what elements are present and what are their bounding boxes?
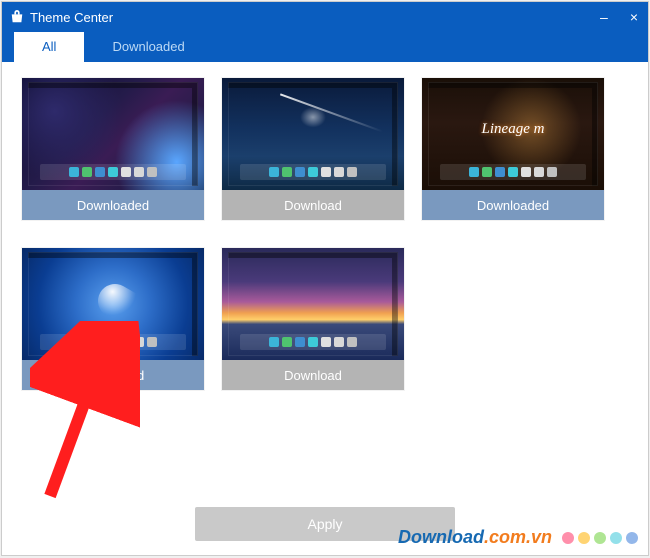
status-label: Downloaded	[77, 198, 149, 213]
tab-all[interactable]: All	[14, 32, 84, 62]
apply-label: Apply	[307, 516, 342, 532]
theme-thumbnail	[222, 78, 404, 190]
theme-card[interactable]: Lineage m Downloaded	[422, 78, 604, 220]
theme-grid: Downloaded Download Lineage m Downloaded	[2, 62, 648, 410]
theme-status: Downloaded	[422, 190, 604, 220]
theme-inner-logo: Lineage m	[422, 121, 604, 138]
theme-card[interactable]: Downloaded	[22, 78, 204, 220]
status-label: Downloaded	[477, 198, 549, 213]
theme-card[interactable]: Applied	[22, 248, 204, 390]
window-controls: – ×	[596, 2, 642, 32]
theme-status: Applied	[22, 360, 204, 390]
theme-thumbnail	[22, 248, 204, 360]
check-icon	[82, 367, 95, 383]
store-icon	[10, 10, 24, 24]
tabbar: All Downloaded	[2, 32, 648, 62]
window: Theme Center – × All Downloaded Download…	[1, 1, 649, 556]
theme-status: Downloaded	[22, 190, 204, 220]
status-label: Download	[284, 198, 342, 213]
minimize-button[interactable]: –	[596, 7, 612, 27]
theme-status: Download	[222, 190, 404, 220]
theme-card[interactable]: Download	[222, 78, 404, 220]
close-button[interactable]: ×	[626, 7, 642, 27]
theme-thumbnail	[22, 78, 204, 190]
status-label: Applied	[101, 368, 144, 383]
theme-thumbnail	[222, 248, 404, 360]
window-title: Theme Center	[30, 10, 113, 25]
titlebar[interactable]: Theme Center – ×	[2, 2, 648, 32]
theme-status: Download	[222, 360, 404, 390]
tab-downloaded[interactable]: Downloaded	[84, 32, 212, 62]
theme-card[interactable]: Download	[222, 248, 404, 390]
footer: Apply	[2, 497, 648, 555]
status-label: Download	[284, 368, 342, 383]
apply-button[interactable]: Apply	[195, 507, 455, 541]
theme-thumbnail: Lineage m	[422, 78, 604, 190]
